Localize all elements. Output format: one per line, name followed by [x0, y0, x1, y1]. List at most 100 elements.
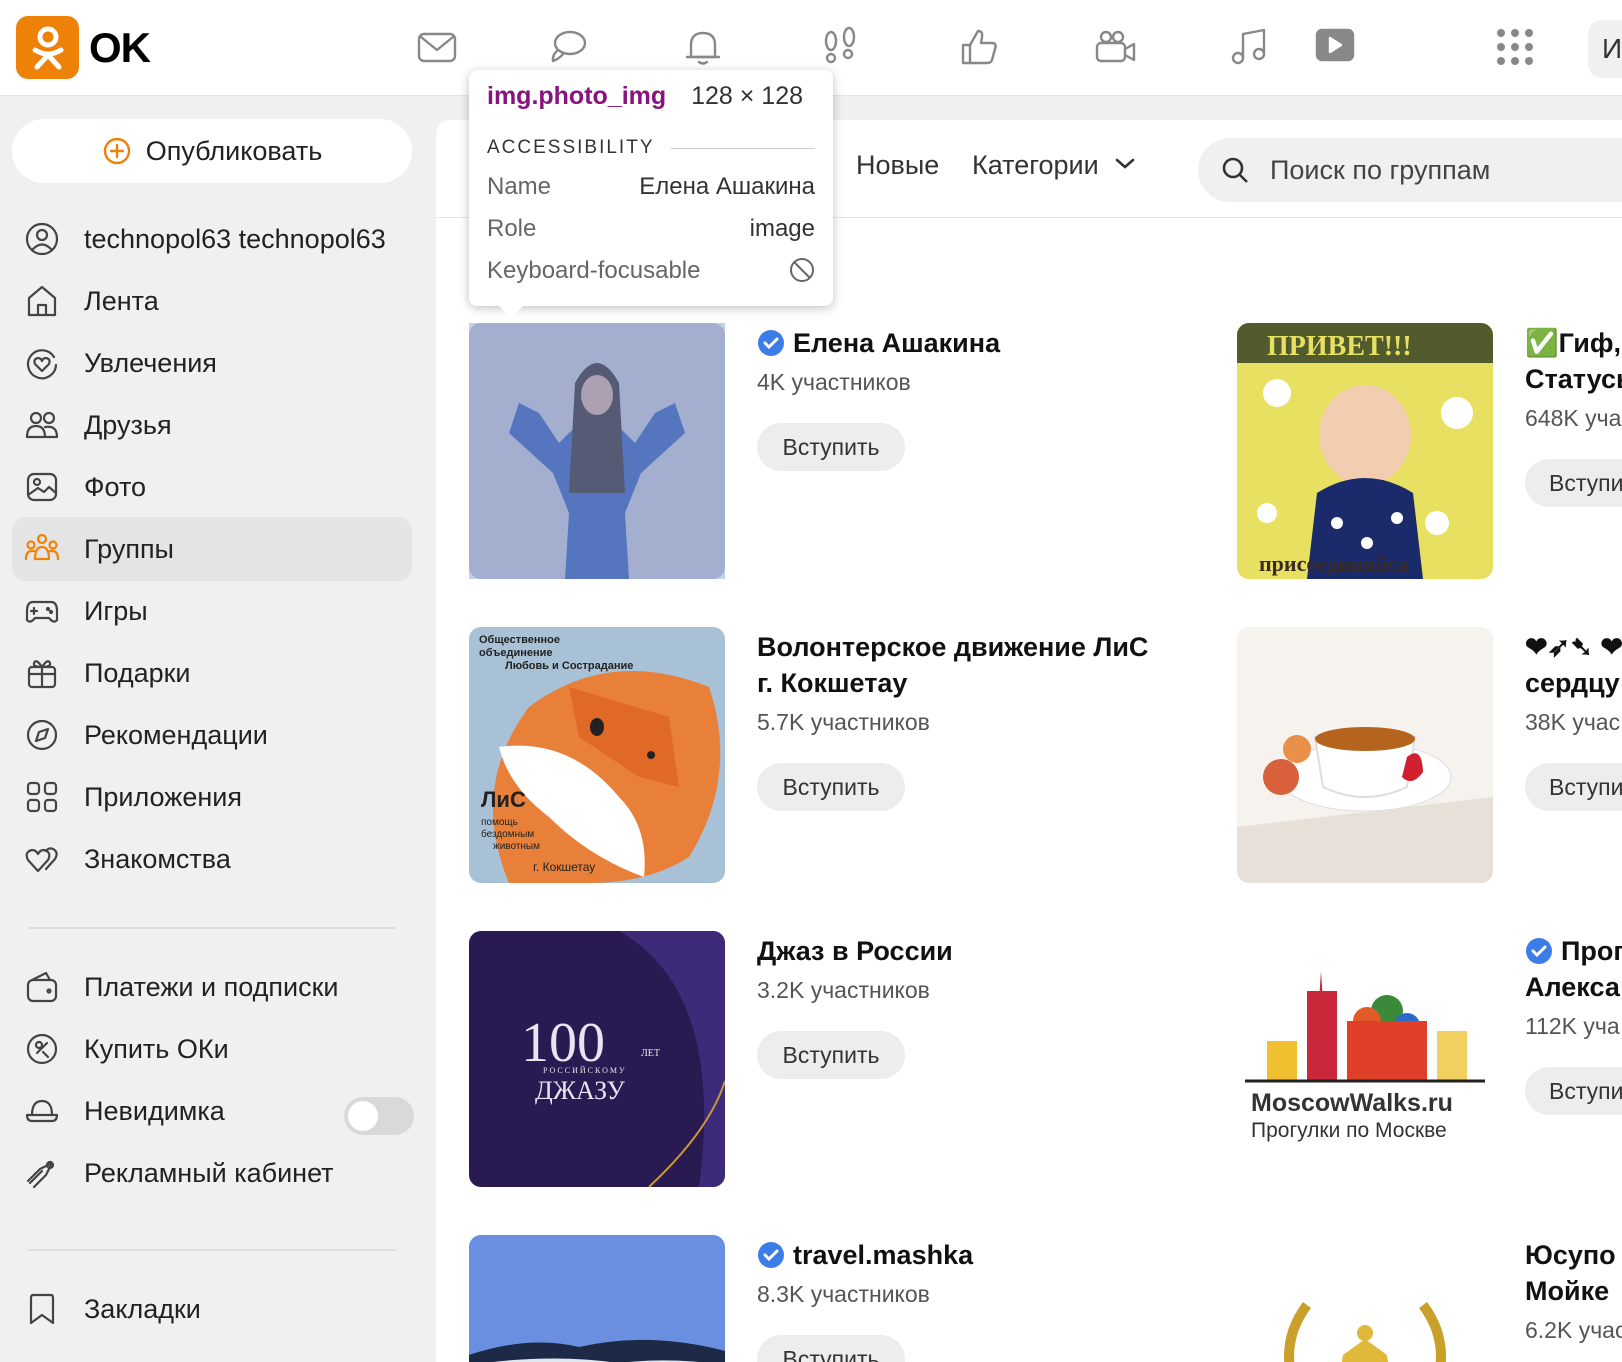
group-card[interactable]: ПРИВЕТ!!! присоединяйся ✅Гиф,(Статусы 64… [1237, 323, 1622, 583]
sidebar-item-payments[interactable]: Платежи и подписки [12, 955, 412, 1019]
group-photo[interactable] [469, 1235, 725, 1362]
group-title-line2: г. Кокшетау [757, 668, 908, 698]
group-card[interactable]: ❤➶➷ ❤ сердцу 38K учас Вступи [1237, 627, 1622, 887]
sidebar-item-hobbies[interactable]: Увлечения [12, 331, 412, 395]
sidebar-item-profile[interactable]: technopol63 technopol63 [12, 207, 412, 271]
thumb-caption: 100 [521, 1012, 605, 1074]
group-photo[interactable] [1237, 627, 1493, 883]
mail-icon[interactable] [412, 22, 462, 72]
join-button[interactable]: Вступить [757, 1335, 905, 1362]
group-photo[interactable]: 100 ЛЕТ РОССИЙСКОМУ ДЖАЗУ [469, 931, 725, 1187]
group-search[interactable] [1198, 138, 1622, 202]
join-button[interactable]: Вступить [757, 423, 905, 471]
group-photo[interactable]: Общественное объединение Любовь и Состра… [469, 627, 725, 883]
sidebar-item-label: Рекламный кабинет [84, 1157, 334, 1188]
sidebar-item-games[interactable]: Игры [12, 579, 412, 643]
sidebar-item-bookmarks[interactable]: Закладки [12, 1277, 412, 1341]
sidebar-item-ads[interactable]: Рекламный кабинет [12, 1141, 412, 1205]
group-members-count: 6.2K учас [1525, 1317, 1622, 1343]
sidebar-item-recommendations[interactable]: Рекомендации [12, 703, 412, 767]
tab-categories[interactable]: Категории [972, 150, 1136, 181]
tab-new[interactable]: Новые [856, 150, 939, 181]
bell-icon[interactable] [678, 22, 728, 72]
megaphone-icon [24, 1155, 60, 1191]
group-title[interactable]: ✅Гиф,(Статусы [1525, 325, 1622, 397]
section-title: ACCESSIBILITY [487, 137, 655, 158]
group-title[interactable]: Джаз в России [757, 933, 953, 969]
hobby-icon [24, 345, 60, 381]
group-card[interactable]: travel.mashka 8.3K участников Вступить [469, 1235, 1029, 1362]
row-key: Name [487, 173, 552, 200]
group-members-count: 112K уча [1525, 1013, 1620, 1039]
ok-logo[interactable]: OK [16, 16, 151, 79]
group-card[interactable]: Общественное объединение Любовь и Состра… [469, 627, 1229, 887]
group-title-line2: Статусы [1525, 364, 1622, 394]
user-initial: И [1602, 33, 1622, 64]
group-title-line1: Волонтерское движение ЛиС [757, 632, 1149, 662]
thumb-caption: помощь [481, 817, 518, 828]
sidebar-item-groups[interactable]: Группы [12, 517, 412, 581]
apps-grid-icon[interactable] [1490, 22, 1540, 72]
sidebar-divider [28, 1249, 396, 1251]
sidebar-item-label: Лента [84, 285, 159, 316]
video-icon[interactable] [1308, 22, 1358, 72]
group-title[interactable]: Елена Ашакина [757, 325, 1000, 361]
sidebar-item-friends[interactable]: Друзья [12, 393, 412, 457]
publish-button[interactable]: Опубликовать [12, 119, 412, 183]
main-content: Новые Категории Елена Ашакина 4K участни… [436, 120, 1622, 1362]
group-title-text: travel.mashka [793, 1240, 974, 1270]
footprints-icon[interactable] [815, 22, 865, 72]
sidebar-item-feed[interactable]: Лента [12, 269, 412, 333]
tooltip-row: Keyboard-focusable [487, 257, 815, 285]
left-sidebar: Опубликовать technopol63 technopol63 Лен… [0, 97, 436, 1362]
thumb-caption: ЛиС [481, 787, 526, 812]
sidebar-item-apps[interactable]: Приложения [12, 765, 412, 829]
join-button[interactable]: Вступить [757, 763, 905, 811]
group-photo[interactable]: MoscowWalks.ru Прогулки по Москве [1237, 931, 1493, 1187]
search-input[interactable] [1270, 154, 1622, 186]
sidebar-item-label: Невидимка [84, 1095, 225, 1126]
group-title-line1: ❤➶➷ ❤ [1525, 632, 1622, 662]
sidebar-item-label: Подарки [84, 657, 191, 688]
join-button[interactable]: Вступить [757, 1031, 905, 1079]
sidebar-item-label: Фото [84, 471, 147, 502]
join-button[interactable]: Вступи [1525, 1067, 1622, 1115]
invisible-toggle[interactable] [344, 1097, 414, 1135]
group-title[interactable]: Прог Алекса [1525, 933, 1622, 1005]
thumb-caption: MoscowWalks.ru [1251, 1089, 1453, 1117]
group-photo[interactable] [1237, 1235, 1493, 1362]
group-title[interactable]: Волонтерское движение ЛиС г. Кокшетау [757, 629, 1148, 701]
thumb-caption: объединение [479, 647, 553, 659]
apps-icon [24, 779, 60, 815]
join-button[interactable]: Вступи [1525, 763, 1622, 811]
verified-icon [758, 1242, 784, 1268]
join-button[interactable]: Вступи [1525, 459, 1622, 507]
group-title[interactable]: travel.mashka [757, 1237, 973, 1273]
group-title[interactable]: Юсупо Мойке [1525, 1237, 1622, 1309]
music-icon[interactable] [1225, 22, 1275, 72]
tooltip-row: Name Елена Ашакина [487, 173, 815, 201]
group-card[interactable]: Юсупо Мойке 6.2K учас [1237, 1235, 1622, 1362]
sidebar-item-invisible[interactable]: Невидимка [12, 1079, 414, 1143]
sidebar-item-gifts[interactable]: Подарки [12, 641, 412, 705]
plus-circle-icon [103, 137, 130, 165]
user-menu-button[interactable]: И [1588, 20, 1622, 78]
group-card[interactable]: 100 ЛЕТ РОССИЙСКОМУ ДЖАЗУ Джаз в России … [469, 931, 1029, 1191]
gift-icon [24, 655, 60, 691]
sidebar-item-dating[interactable]: Знакомства [12, 827, 412, 891]
group-title[interactable]: ❤➶➷ ❤ сердцу [1525, 629, 1622, 701]
thumb-caption: бездомным [481, 828, 534, 840]
group-photo[interactable]: ПРИВЕТ!!! присоединяйся [1237, 323, 1493, 579]
row-value: Елена Ашакина [639, 173, 815, 200]
group-title-line2: Мойке [1525, 1276, 1610, 1306]
group-members-count: 3.2K участников [757, 977, 930, 1003]
group-members-count: 8.3K участников [757, 1281, 930, 1307]
sidebar-item-label: technopol63 technopol63 [84, 223, 386, 254]
chat-icon[interactable] [543, 22, 593, 72]
sidebar-item-label: Группы [84, 533, 174, 564]
camera-icon[interactable] [1090, 22, 1140, 72]
sidebar-item-photo[interactable]: Фото [12, 455, 412, 519]
group-card[interactable]: MoscowWalks.ru Прогулки по Москве Прог Ал… [1237, 931, 1622, 1191]
thumbs-up-icon[interactable] [954, 22, 1004, 72]
sidebar-item-buy-ok[interactable]: Купить ОКи [12, 1017, 412, 1081]
